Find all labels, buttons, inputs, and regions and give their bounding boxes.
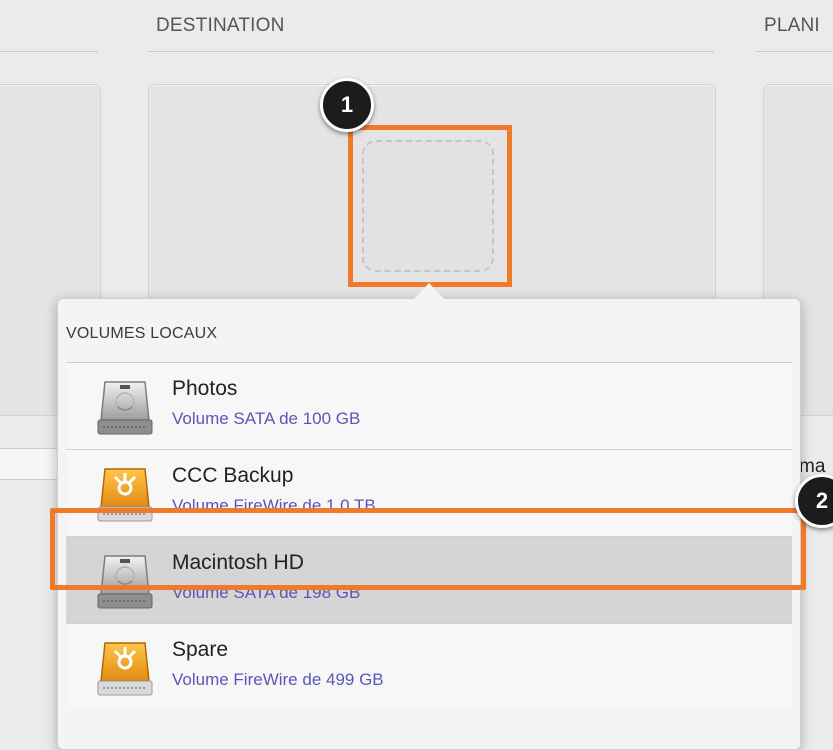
- volume-name: CCC Backup: [172, 464, 294, 487]
- destination-column-header: DESTINATION: [148, 0, 714, 52]
- firewire-drive-icon: [97, 642, 153, 696]
- callout-highlight-1: [348, 125, 512, 287]
- volume-item-photos[interactable]: Photos Volume SATA de 100 GB: [66, 362, 792, 449]
- callout-highlight-2: [50, 508, 806, 590]
- volume-name: Photos: [172, 377, 238, 400]
- internal-hard-drive-icon: [97, 381, 153, 435]
- volume-name: Spare: [172, 638, 229, 661]
- source-column-header: [0, 0, 98, 52]
- volume-description: Volume SATA de 100 GB: [172, 409, 361, 428]
- section-title-local-volumes: VOLUMES LOCAUX: [66, 325, 218, 342]
- popover-arrow: [414, 283, 444, 299]
- volume-description: Volume FireWire de 499 GB: [172, 670, 384, 689]
- schedule-column-header: PLANI: [756, 0, 833, 52]
- callout-badge-1: 1: [320, 78, 374, 132]
- volume-item-spare[interactable]: Spare Volume FireWire de 499 GB: [66, 623, 792, 710]
